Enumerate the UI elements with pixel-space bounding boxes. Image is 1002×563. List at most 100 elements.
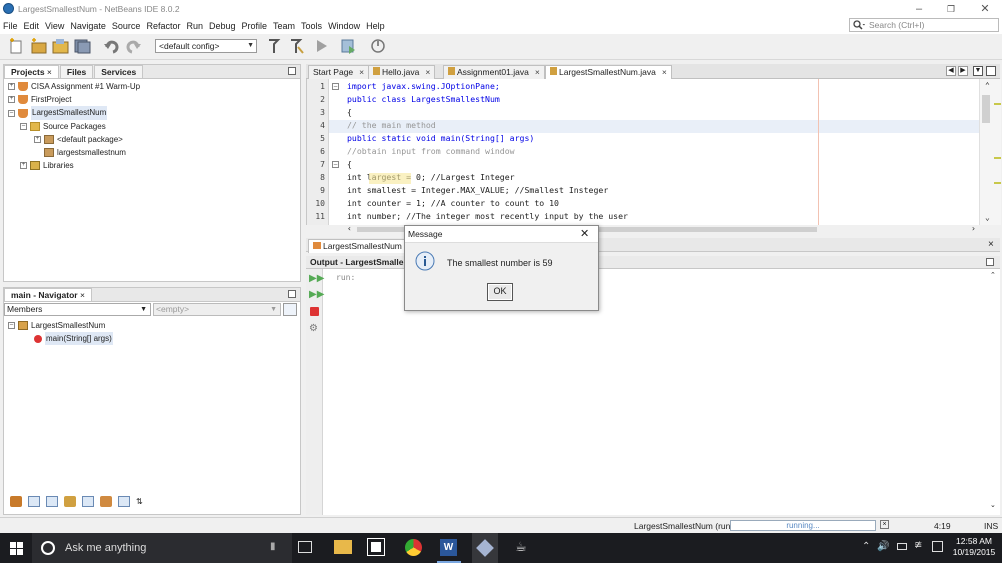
maximize-editor-icon[interactable] [986, 66, 996, 76]
nav-item-main[interactable]: main(String[] args) [8, 332, 300, 346]
debug-icon[interactable] [340, 38, 357, 54]
scroll-right-icon[interactable]: › [971, 224, 976, 233]
scroll-up-icon[interactable]: ⌃ [985, 81, 990, 90]
redo-icon[interactable] [125, 38, 142, 54]
menu-edit[interactable]: Edit [24, 21, 40, 31]
netbeans-taskbar-icon[interactable]: ☕ [512, 539, 530, 557]
clock[interactable]: 12:58 AM 10/19/2015 [950, 536, 998, 558]
tree-item-libraries[interactable]: + Libraries [8, 159, 300, 172]
config-select[interactable]: <default config> ▼ [155, 39, 257, 53]
open-project-icon[interactable] [52, 38, 69, 54]
task-view-icon[interactable] [298, 541, 312, 553]
fqn-filter-icon[interactable] [100, 496, 112, 507]
cortana-search[interactable]: Ask me anything ▮ [32, 533, 292, 563]
tree-item-cisa[interactable]: + CISA Assignment #1 Warm-Up [8, 80, 300, 93]
nav-item-class[interactable]: – LargestSmallestNum [8, 319, 300, 332]
close-tab-icon[interactable]: × [425, 67, 430, 77]
minimize-icon[interactable]: – [912, 2, 926, 16]
settings-icon[interactable]: ⚙ [309, 323, 318, 334]
menu-navigate[interactable]: Navigate [70, 21, 106, 31]
tree-item-source-packages[interactable]: – Source Packages [8, 120, 300, 133]
collapse-icon[interactable]: – [8, 109, 15, 117]
run-icon[interactable] [313, 38, 330, 54]
microphone-icon[interactable]: ▮ [270, 541, 276, 552]
scroll-left-icon[interactable]: ‹ [347, 224, 352, 233]
static-filter-icon[interactable] [28, 496, 40, 507]
menu-view[interactable]: View [45, 21, 64, 31]
menu-refactor[interactable]: Refactor [146, 21, 180, 31]
expand-icon[interactable]: + [20, 162, 27, 170]
menu-team[interactable]: Team [273, 21, 295, 31]
scroll-thumb[interactable] [982, 95, 990, 123]
undo-icon[interactable] [103, 38, 120, 54]
close-tab-icon[interactable]: × [535, 67, 540, 77]
menu-source[interactable]: Source [112, 21, 141, 31]
new-project-icon[interactable] [30, 38, 47, 54]
cancel-task-icon[interactable]: × [880, 520, 889, 529]
fold-icon[interactable]: – [332, 161, 339, 168]
tab-services[interactable]: Services [94, 65, 144, 78]
tab-start-page[interactable]: Start Page × [308, 65, 370, 79]
expand-icon[interactable]: + [8, 83, 15, 91]
collapse-icon[interactable]: – [20, 122, 27, 130]
scroll-down-icon[interactable]: ⌄ [990, 501, 996, 509]
maximize-icon[interactable]: ❐ [944, 2, 958, 16]
tree-item-default-package[interactable]: + <default package> [8, 133, 300, 146]
rerun-icon[interactable]: ▶▶ [309, 273, 324, 284]
fold-icon[interactable]: – [332, 83, 339, 90]
word-icon[interactable]: W [440, 539, 457, 556]
fields-filter-icon[interactable] [10, 496, 22, 507]
menu-run[interactable]: Run [186, 21, 203, 31]
error-stripe-mark[interactable] [994, 157, 1001, 159]
tree-item-package[interactable]: largestsmallestnum [8, 146, 300, 159]
show-hidden-icons-icon[interactable]: ⌃ [862, 541, 870, 552]
sort-by-name-icon[interactable] [118, 496, 130, 507]
output-scrollbar[interactable]: ⌃ ⌄ [990, 271, 998, 513]
rerun-different-icon[interactable]: ▶▶ [309, 289, 324, 300]
close-icon[interactable]: × [988, 239, 994, 250]
filter-options-icon[interactable] [283, 303, 297, 316]
stop-icon[interactable] [310, 307, 319, 316]
collapse-icon[interactable]: – [8, 322, 15, 330]
error-stripe-mark[interactable] [994, 182, 1001, 184]
close-icon[interactable]: ✕ [978, 2, 992, 16]
volume-icon[interactable]: 🔊 [877, 541, 889, 552]
clean-build-icon[interactable] [287, 38, 304, 54]
action-center-icon[interactable] [932, 541, 943, 552]
menu-debug[interactable]: Debug [209, 21, 236, 31]
tab-files[interactable]: Files [59, 65, 94, 78]
scroll-up-icon[interactable]: ⌃ [990, 271, 996, 279]
tab-navigator[interactable]: main - Navigator × [4, 288, 92, 301]
search-input[interactable]: Search (Ctrl+I) [849, 18, 999, 32]
scroll-down-icon[interactable]: ⌄ [985, 213, 990, 222]
expand-icon[interactable]: + [34, 135, 41, 143]
close-tab-icon[interactable]: × [662, 67, 667, 77]
expand-icon[interactable]: + [8, 96, 15, 104]
new-file-icon[interactable] [8, 38, 25, 54]
tab-output-run[interactable]: LargestSmallestNum [308, 239, 407, 253]
error-stripe-mark[interactable] [994, 103, 1001, 105]
nonpublic-filter-icon[interactable] [46, 496, 58, 507]
tab-largestsmallestnum-java[interactable]: LargestSmallestNum.java × [545, 65, 672, 79]
tab-hello-java[interactable]: Hello.java × [368, 65, 436, 79]
scroll-tabs-right-icon[interactable]: ▶ [958, 66, 968, 76]
tree-item-largestsmallestnum[interactable]: – LargestSmallestNum [8, 106, 300, 120]
minimize-panel-icon[interactable] [288, 290, 296, 298]
tab-assignment01-java[interactable]: Assignment01.java × [443, 65, 545, 79]
wifi-icon[interactable]: ≇ [914, 540, 922, 551]
store-icon[interactable] [367, 538, 385, 556]
minimize-panel-icon[interactable] [288, 67, 296, 75]
tab-projects[interactable]: Projects × [4, 65, 59, 78]
menu-file[interactable]: File [3, 21, 18, 31]
inherited-filter-icon[interactable] [82, 496, 94, 507]
minimize-panel-icon[interactable] [986, 258, 994, 266]
close-tab-icon[interactable]: × [359, 67, 364, 77]
editor-vertical-scrollbar[interactable]: ⌃ ⌄ [979, 79, 1001, 225]
menu-help[interactable]: Help [366, 21, 385, 31]
menu-tools[interactable]: Tools [301, 21, 322, 31]
save-all-icon[interactable] [74, 38, 91, 54]
menu-window[interactable]: Window [328, 21, 360, 31]
dialog-title-bar[interactable]: Message ✕ [405, 226, 598, 242]
code-editor[interactable]: 1 2 3 4 5 6 7 8 9 10 11 – – import javax… [306, 79, 1001, 233]
battery-icon[interactable] [897, 543, 907, 550]
